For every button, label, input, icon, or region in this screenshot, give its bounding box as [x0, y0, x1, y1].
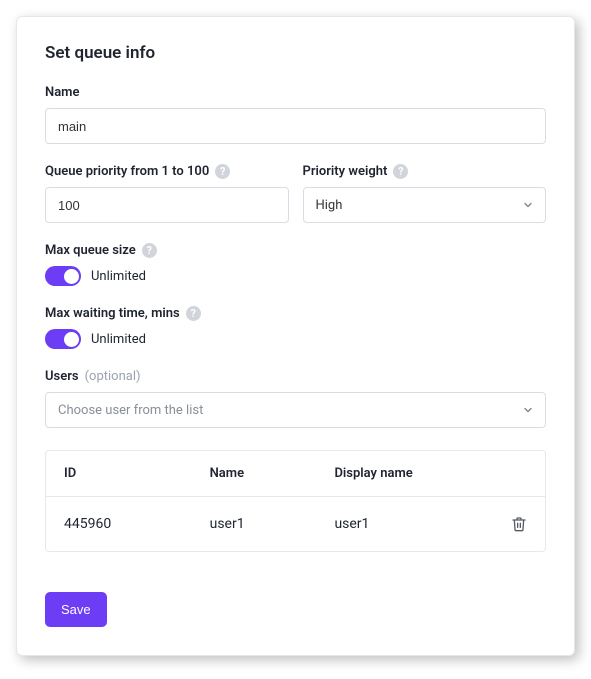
max-wait-field: Max waiting time, mins ? Unlimited [45, 306, 546, 349]
table-row: 445960 user1 user1 [46, 497, 545, 551]
users-table: ID Name Display name 445960 user1 user1 [45, 450, 546, 552]
name-label: Name [45, 85, 79, 100]
priority-field: Queue priority from 1 to 100 ? [45, 164, 289, 223]
users-placeholder: Choose user from the list [58, 403, 203, 418]
th-id: ID [64, 466, 210, 481]
td-display: user1 [334, 516, 487, 532]
max-queue-size-toggle-label: Unlimited [91, 269, 146, 284]
footer: Save [45, 592, 546, 627]
page-title: Set queue info [45, 43, 546, 63]
max-queue-size-toggle[interactable] [45, 266, 81, 286]
help-icon[interactable]: ? [142, 243, 157, 258]
priority-input[interactable] [45, 187, 289, 223]
max-queue-size-label: Max queue size [45, 243, 136, 258]
th-display: Display name [334, 466, 487, 481]
trash-icon [511, 516, 527, 532]
weight-label: Priority weight [303, 164, 388, 179]
weight-selected: High [316, 198, 343, 213]
users-field: Users (optional) Choose user from the li… [45, 369, 546, 428]
weight-field: Priority weight ? High [303, 164, 547, 223]
max-wait-toggle-label: Unlimited [91, 332, 146, 347]
users-hint: (optional) [85, 369, 141, 384]
td-id: 445960 [64, 516, 210, 532]
max-queue-size-field: Max queue size ? Unlimited [45, 243, 546, 286]
max-wait-label: Max waiting time, mins [45, 306, 180, 321]
table-header: ID Name Display name [46, 451, 545, 497]
queue-info-card: Set queue info Name Queue priority from … [16, 16, 575, 656]
chevron-down-icon [522, 404, 534, 416]
td-name: user1 [210, 516, 335, 532]
name-input[interactable] [45, 108, 546, 144]
weight-select[interactable]: High [303, 187, 547, 223]
help-icon[interactable]: ? [215, 164, 230, 179]
th-name: Name [210, 466, 335, 481]
save-button[interactable]: Save [45, 592, 107, 627]
delete-row-button[interactable] [487, 516, 527, 532]
max-wait-toggle[interactable] [45, 329, 81, 349]
help-icon[interactable]: ? [186, 306, 201, 321]
name-field: Name [45, 85, 546, 144]
users-label: Users [45, 369, 79, 384]
chevron-down-icon [522, 199, 534, 211]
help-icon[interactable]: ? [393, 164, 408, 179]
priority-label: Queue priority from 1 to 100 [45, 164, 209, 179]
users-select[interactable]: Choose user from the list [45, 392, 546, 428]
